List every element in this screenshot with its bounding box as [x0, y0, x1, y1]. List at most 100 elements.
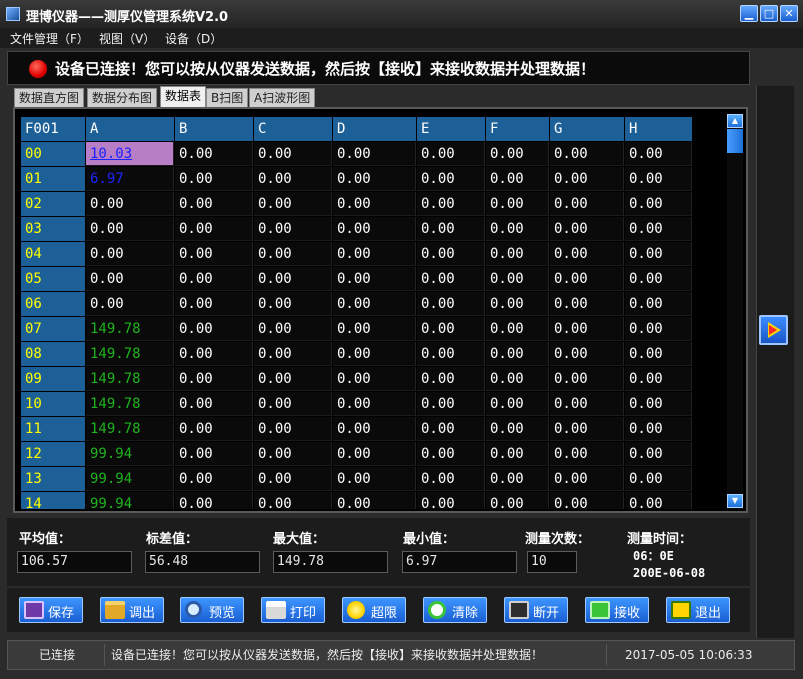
- table-cell[interactable]: 0.00: [417, 267, 485, 291]
- table-cell[interactable]: 0.00: [254, 267, 332, 291]
- scroll-up-button[interactable]: ▲: [727, 114, 743, 128]
- table-cell[interactable]: 0.00: [86, 192, 174, 216]
- row-header[interactable]: 02: [21, 192, 85, 216]
- table-cell[interactable]: 0.00: [486, 392, 549, 416]
- table-cell[interactable]: 0.00: [550, 292, 624, 316]
- minimize-button[interactable]: ▁: [740, 5, 758, 22]
- table-corner-header[interactable]: F001: [21, 117, 85, 141]
- table-cell[interactable]: 0.00: [86, 292, 174, 316]
- row-header[interactable]: 00: [21, 142, 85, 166]
- scroll-down-button[interactable]: ▼: [727, 494, 743, 508]
- table-cell[interactable]: 0.00: [333, 342, 416, 366]
- table-cell[interactable]: 10.03: [86, 142, 174, 166]
- table-cell[interactable]: 0.00: [417, 367, 485, 391]
- table-cell[interactable]: 0.00: [333, 242, 416, 266]
- table-cell[interactable]: 0.00: [486, 267, 549, 291]
- table-cell[interactable]: 0.00: [486, 142, 549, 166]
- table-cell[interactable]: 0.00: [486, 292, 549, 316]
- table-cell[interactable]: 0.00: [625, 167, 692, 191]
- table-cell[interactable]: 0.00: [417, 242, 485, 266]
- table-cell[interactable]: 0.00: [175, 242, 253, 266]
- table-cell[interactable]: 0.00: [417, 217, 485, 241]
- table-cell[interactable]: 0.00: [254, 442, 332, 466]
- column-header[interactable]: E: [417, 117, 485, 141]
- table-cell[interactable]: 0.00: [254, 492, 332, 509]
- column-header[interactable]: A: [86, 117, 174, 141]
- tab-histogram[interactable]: 数据直方图: [14, 88, 85, 107]
- table-cell[interactable]: 0.00: [486, 317, 549, 341]
- table-cell[interactable]: 0.00: [417, 417, 485, 441]
- clear-button[interactable]: 清除: [423, 597, 487, 623]
- vertical-scrollbar[interactable]: ▲ ▼: [727, 114, 743, 509]
- table-cell[interactable]: 0.00: [254, 392, 332, 416]
- table-cell[interactable]: 0.00: [417, 192, 485, 216]
- table-cell[interactable]: 0.00: [333, 367, 416, 391]
- table-cell[interactable]: 0.00: [417, 467, 485, 491]
- table-cell[interactable]: 0.00: [417, 442, 485, 466]
- row-header[interactable]: 09: [21, 367, 85, 391]
- table-cell[interactable]: 0.00: [175, 167, 253, 191]
- tab-b-scan[interactable]: B扫图: [206, 88, 249, 107]
- load-button[interactable]: 调出: [100, 597, 164, 623]
- maximize-button[interactable]: □: [760, 5, 778, 22]
- table-cell[interactable]: 0.00: [333, 317, 416, 341]
- table-cell[interactable]: 0.00: [417, 317, 485, 341]
- table-cell[interactable]: 0.00: [417, 392, 485, 416]
- table-cell[interactable]: 0.00: [86, 242, 174, 266]
- menu-file[interactable]: 文件管理（F）: [10, 30, 89, 47]
- table-cell[interactable]: 0.00: [625, 192, 692, 216]
- menu-device[interactable]: 设备（D）: [165, 30, 222, 47]
- table-cell[interactable]: 99.94: [86, 492, 174, 509]
- menu-view[interactable]: 视图（V）: [99, 30, 155, 47]
- table-cell[interactable]: 99.94: [86, 467, 174, 491]
- table-cell[interactable]: 0.00: [417, 492, 485, 509]
- table-cell[interactable]: 0.00: [333, 142, 416, 166]
- column-header[interactable]: D: [333, 117, 416, 141]
- limit-button[interactable]: 超限: [342, 597, 406, 623]
- table-cell[interactable]: 0.00: [550, 492, 624, 509]
- table-cell[interactable]: 0.00: [175, 442, 253, 466]
- exit-button[interactable]: 退出: [666, 597, 730, 623]
- table-cell[interactable]: 0.00: [486, 417, 549, 441]
- table-cell[interactable]: 0.00: [175, 342, 253, 366]
- tab-a-scan[interactable]: A扫波形图: [249, 88, 316, 107]
- table-cell[interactable]: 0.00: [417, 292, 485, 316]
- table-cell[interactable]: 0.00: [86, 217, 174, 241]
- tab-data-table[interactable]: 数据表: [160, 86, 207, 107]
- row-header[interactable]: 08: [21, 342, 85, 366]
- tab-distribution[interactable]: 数据分布图: [87, 88, 158, 107]
- table-cell[interactable]: 0.00: [486, 217, 549, 241]
- row-header[interactable]: 04: [21, 242, 85, 266]
- table-cell[interactable]: 0.00: [550, 417, 624, 441]
- table-cell[interactable]: 0.00: [486, 467, 549, 491]
- table-cell[interactable]: 0.00: [333, 417, 416, 441]
- table-cell[interactable]: 0.00: [175, 267, 253, 291]
- table-cell[interactable]: 0.00: [625, 142, 692, 166]
- table-cell[interactable]: 0.00: [254, 367, 332, 391]
- row-header[interactable]: 13: [21, 467, 85, 491]
- table-cell[interactable]: 149.78: [86, 317, 174, 341]
- save-button[interactable]: 保存: [19, 597, 83, 623]
- table-cell[interactable]: 0.00: [254, 317, 332, 341]
- table-cell[interactable]: 0.00: [550, 242, 624, 266]
- table-cell[interactable]: 0.00: [333, 292, 416, 316]
- table-cell[interactable]: 0.00: [550, 367, 624, 391]
- table-cell[interactable]: 0.00: [625, 392, 692, 416]
- table-cell[interactable]: 0.00: [175, 367, 253, 391]
- row-header[interactable]: 05: [21, 267, 85, 291]
- table-cell[interactable]: 0.00: [333, 467, 416, 491]
- table-cell[interactable]: 0.00: [175, 492, 253, 509]
- table-cell[interactable]: 0.00: [175, 417, 253, 441]
- column-header[interactable]: F: [486, 117, 549, 141]
- table-cell[interactable]: 0.00: [486, 342, 549, 366]
- table-cell[interactable]: 0.00: [625, 317, 692, 341]
- table-cell[interactable]: 0.00: [625, 267, 692, 291]
- row-header[interactable]: 06: [21, 292, 85, 316]
- table-cell[interactable]: 0.00: [550, 467, 624, 491]
- row-header[interactable]: 01: [21, 167, 85, 191]
- row-header[interactable]: 03: [21, 217, 85, 241]
- table-cell[interactable]: 0.00: [486, 242, 549, 266]
- table-cell[interactable]: 0.00: [333, 167, 416, 191]
- table-cell[interactable]: 0.00: [417, 167, 485, 191]
- table-cell[interactable]: 0.00: [625, 492, 692, 509]
